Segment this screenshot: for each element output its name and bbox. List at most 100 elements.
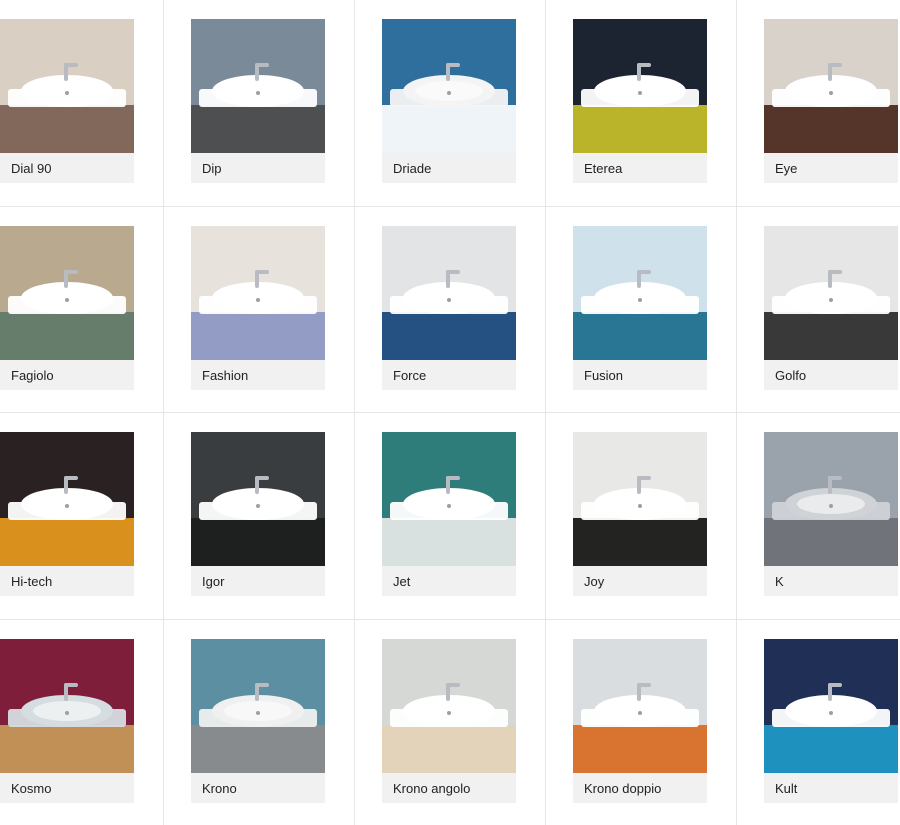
washbasin-image: [764, 432, 898, 566]
product-card[interactable]: Fusion: [573, 226, 707, 390]
product-name[interactable]: Fashion: [202, 368, 248, 383]
product-label-bar[interactable]: Krono doppio: [573, 773, 707, 803]
product-card[interactable]: Krono angolo: [382, 639, 516, 803]
product-thumbnail[interactable]: [764, 639, 898, 773]
washbasin-image: [382, 432, 516, 566]
product-thumbnail[interactable]: [764, 226, 898, 360]
product-card[interactable]: Fashion: [191, 226, 325, 390]
product-name[interactable]: Dip: [202, 161, 222, 176]
washbasin-image: [573, 19, 707, 153]
washbasin-image: [573, 639, 707, 773]
product-name[interactable]: Kosmo: [11, 781, 51, 796]
product-name[interactable]: Fagiolo: [11, 368, 54, 383]
washbasin-image: [764, 19, 898, 153]
product-thumbnail[interactable]: [573, 226, 707, 360]
product-card[interactable]: Krono: [191, 639, 325, 803]
product-name[interactable]: Fusion: [584, 368, 623, 383]
product-thumbnail[interactable]: [191, 639, 325, 773]
product-thumbnail[interactable]: [573, 19, 707, 153]
product-thumbnail[interactable]: [382, 226, 516, 360]
product-thumbnail[interactable]: [191, 19, 325, 153]
row-divider: [0, 412, 900, 413]
product-thumbnail[interactable]: [382, 639, 516, 773]
product-label-bar[interactable]: Kult: [764, 773, 898, 803]
product-thumbnail[interactable]: [0, 226, 134, 360]
washbasin-image: [764, 639, 898, 773]
product-card[interactable]: Force: [382, 226, 516, 390]
product-name[interactable]: Force: [393, 368, 426, 383]
product-card[interactable]: Golfo: [764, 226, 898, 390]
product-card[interactable]: Eterea: [573, 19, 707, 183]
product-name[interactable]: Jet: [393, 574, 410, 589]
product-label-bar[interactable]: Eye: [764, 153, 898, 183]
washbasin-image: [0, 639, 134, 773]
washbasin-image: [382, 19, 516, 153]
washbasin-image: [191, 19, 325, 153]
product-name[interactable]: Joy: [584, 574, 604, 589]
product-label-bar[interactable]: Dip: [191, 153, 325, 183]
product-name[interactable]: K: [775, 574, 784, 589]
product-label-bar[interactable]: Dial 90: [0, 153, 134, 183]
product-card[interactable]: Igor: [191, 432, 325, 596]
product-card[interactable]: Eye: [764, 19, 898, 183]
product-label-bar[interactable]: Joy: [573, 566, 707, 596]
product-card[interactable]: Kosmo: [0, 639, 134, 803]
product-card[interactable]: Jet: [382, 432, 516, 596]
product-thumbnail[interactable]: [764, 19, 898, 153]
product-thumbnail[interactable]: [191, 432, 325, 566]
product-name[interactable]: Eterea: [584, 161, 622, 176]
washbasin-image: [764, 226, 898, 360]
product-label-bar[interactable]: Krono angolo: [382, 773, 516, 803]
product-card[interactable]: Dial 90: [0, 19, 134, 183]
product-label-bar[interactable]: Hi-tech: [0, 566, 134, 596]
product-card[interactable]: Kult: [764, 639, 898, 803]
product-label-bar[interactable]: Fagiolo: [0, 360, 134, 390]
product-card[interactable]: Fagiolo: [0, 226, 134, 390]
product-label-bar[interactable]: K: [764, 566, 898, 596]
product-label-bar[interactable]: Golfo: [764, 360, 898, 390]
product-card[interactable]: Joy: [573, 432, 707, 596]
product-label-bar[interactable]: Driade: [382, 153, 516, 183]
washbasin-image: [382, 226, 516, 360]
product-label-bar[interactable]: Kosmo: [0, 773, 134, 803]
product-thumbnail[interactable]: [0, 19, 134, 153]
product-grid: Dial 90 Dip Driade Eterea Eye Fagiolo Fa…: [0, 0, 900, 825]
product-thumbnail[interactable]: [764, 432, 898, 566]
product-thumbnail[interactable]: [382, 432, 516, 566]
product-thumbnail[interactable]: [0, 432, 134, 566]
product-name[interactable]: Krono angolo: [393, 781, 470, 796]
product-card[interactable]: Driade: [382, 19, 516, 183]
product-name[interactable]: Dial 90: [11, 161, 51, 176]
product-name[interactable]: Krono: [202, 781, 237, 796]
product-thumbnail[interactable]: [191, 226, 325, 360]
product-label-bar[interactable]: Fashion: [191, 360, 325, 390]
product-thumbnail[interactable]: [573, 432, 707, 566]
product-card[interactable]: K: [764, 432, 898, 596]
product-name[interactable]: Kult: [775, 781, 797, 796]
product-label-bar[interactable]: Force: [382, 360, 516, 390]
product-name[interactable]: Driade: [393, 161, 431, 176]
row-divider: [0, 206, 900, 207]
product-label-bar[interactable]: Krono: [191, 773, 325, 803]
product-card[interactable]: Hi-tech: [0, 432, 134, 596]
product-card[interactable]: Krono doppio: [573, 639, 707, 803]
product-label-bar[interactable]: Fusion: [573, 360, 707, 390]
product-name[interactable]: Golfo: [775, 368, 806, 383]
product-name[interactable]: Eye: [775, 161, 797, 176]
product-thumbnail[interactable]: [573, 639, 707, 773]
washbasin-image: [573, 226, 707, 360]
product-card[interactable]: Dip: [191, 19, 325, 183]
product-thumbnail[interactable]: [382, 19, 516, 153]
product-name[interactable]: Hi-tech: [11, 574, 52, 589]
washbasin-image: [0, 19, 134, 153]
product-label-bar[interactable]: Eterea: [573, 153, 707, 183]
product-label-bar[interactable]: Jet: [382, 566, 516, 596]
product-name[interactable]: Igor: [202, 574, 224, 589]
product-thumbnail[interactable]: [0, 639, 134, 773]
product-label-bar[interactable]: Igor: [191, 566, 325, 596]
washbasin-image: [573, 432, 707, 566]
washbasin-image: [0, 226, 134, 360]
row-divider: [0, 619, 900, 620]
washbasin-image: [191, 432, 325, 566]
product-name[interactable]: Krono doppio: [584, 781, 661, 796]
